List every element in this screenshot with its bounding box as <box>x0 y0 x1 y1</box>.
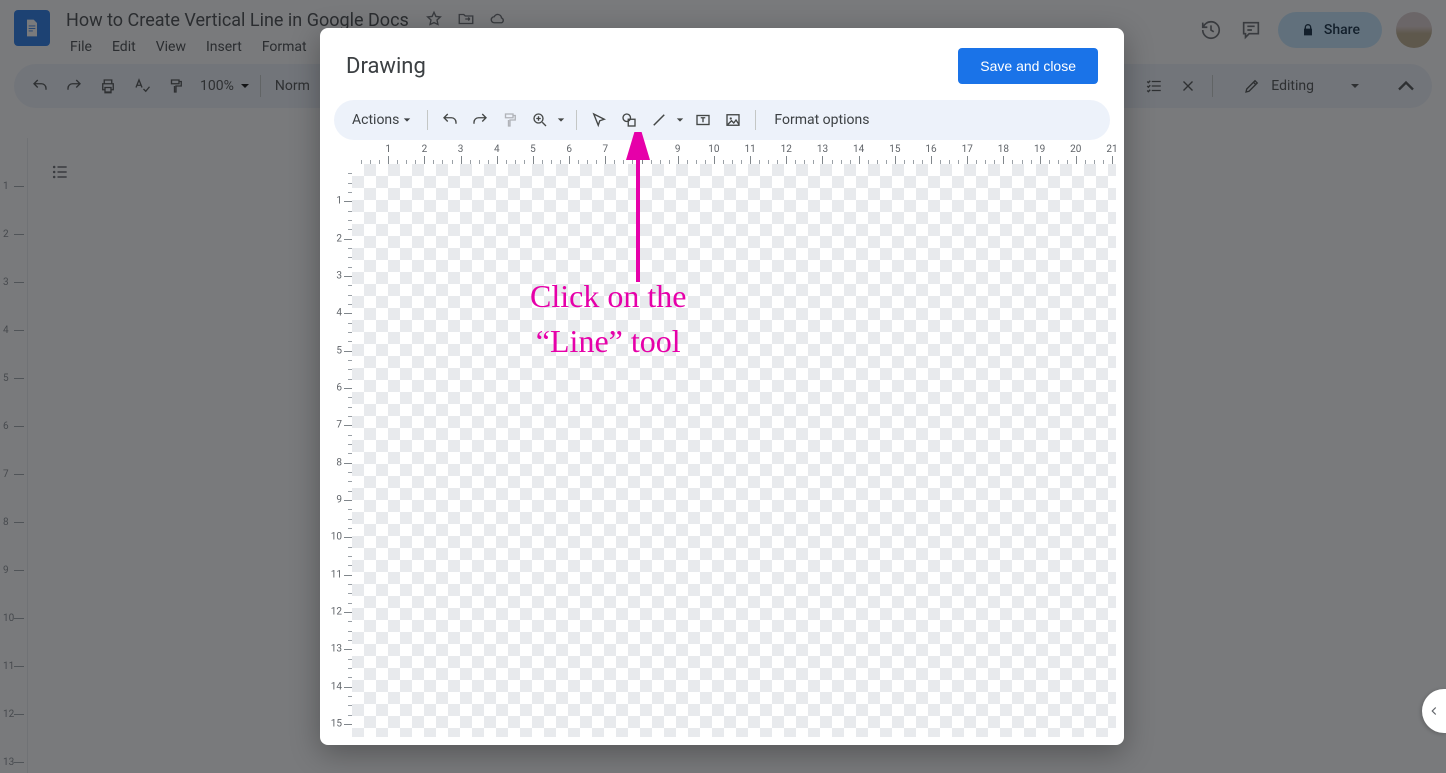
canvas-horizontal-ruler: 123456789101112131415161718192021 <box>352 144 1116 164</box>
undo-icon[interactable] <box>436 106 464 134</box>
textbox-tool-icon[interactable] <box>689 106 717 134</box>
canvas-vertical-ruler: 123456789101112131415 <box>328 164 352 737</box>
drawing-header: Drawing Save and close <box>320 28 1124 100</box>
select-tool-icon[interactable] <box>585 106 613 134</box>
drawing-modal: Drawing Save and close Actions Format op… <box>320 28 1124 745</box>
chevron-left-icon <box>1427 704 1441 718</box>
zoom-tool[interactable] <box>526 106 568 134</box>
shape-tool-icon[interactable] <box>615 106 643 134</box>
drawing-toolbar: Actions Format options <box>334 100 1110 140</box>
paint-format-icon <box>496 106 524 134</box>
separator <box>755 110 756 130</box>
save-and-close-button[interactable]: Save and close <box>958 48 1098 84</box>
line-tool[interactable] <box>645 106 687 134</box>
caret-down-icon[interactable] <box>673 116 687 124</box>
separator <box>427 110 428 130</box>
image-tool-icon[interactable] <box>719 106 747 134</box>
caret-down-icon <box>403 116 411 124</box>
actions-menu[interactable]: Actions <box>344 108 419 132</box>
format-options-button[interactable]: Format options <box>764 112 879 128</box>
separator <box>576 110 577 130</box>
line-tool-icon[interactable] <box>645 106 673 134</box>
canvas-container: 123456789101112131415161718192021 123456… <box>320 144 1124 745</box>
drawing-title: Drawing <box>346 54 426 79</box>
zoom-icon <box>531 111 549 129</box>
redo-icon[interactable] <box>466 106 494 134</box>
drawing-canvas[interactable] <box>352 164 1116 737</box>
caret-down-icon[interactable] <box>554 116 568 124</box>
